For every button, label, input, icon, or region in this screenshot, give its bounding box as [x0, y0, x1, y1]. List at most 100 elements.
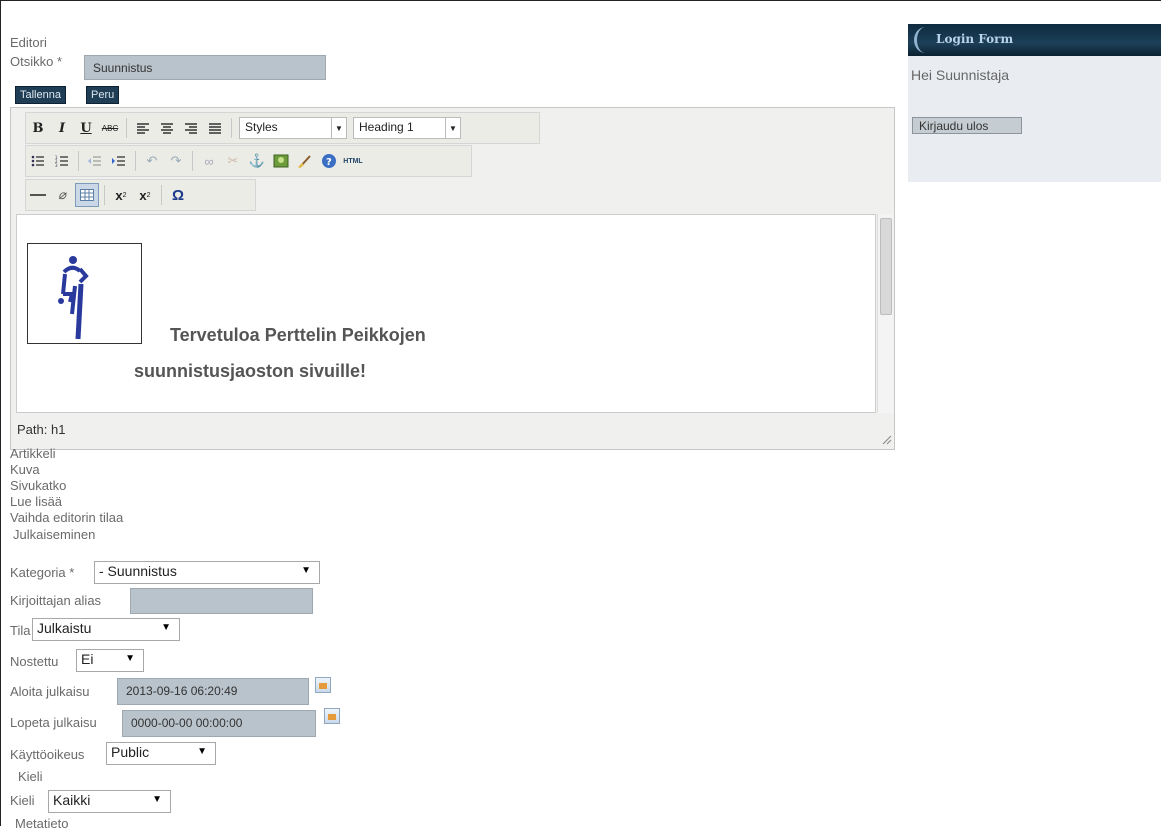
redo-icon[interactable]: ↷ [165, 150, 187, 172]
chevron-down-icon: ▼ [331, 118, 346, 138]
state-select[interactable]: Julkaistu ▼ [32, 618, 180, 641]
access-value: Public [111, 744, 150, 760]
featured-select[interactable]: Ei ▼ [76, 649, 144, 672]
toolbar-separator [78, 151, 79, 171]
save-button[interactable]: Tallenna [15, 86, 66, 104]
state-label: Tila [10, 623, 31, 638]
cancel-button[interactable]: Peru [86, 86, 120, 104]
article-link[interactable]: Artikkeli [10, 446, 56, 461]
calendar-icon[interactable] [315, 677, 331, 693]
rich-text-editor: B I U ABC Styles ▼ Heading 1 ▼ 1 2 3 ↶ ↷… [10, 107, 895, 450]
outdent-icon[interactable] [84, 150, 106, 172]
cleanup-icon[interactable] [294, 150, 316, 172]
access-label: Käyttöoikeus [10, 747, 85, 762]
subscript-icon[interactable]: x2 [110, 184, 132, 206]
content-heading-line-2: suunnistusjaoston sivuille! [134, 361, 367, 381]
image-link[interactable]: Kuva [10, 462, 40, 477]
svg-text:3: 3 [55, 163, 58, 167]
language-select[interactable]: Kaikki ▼ [48, 790, 171, 813]
language-label: Kieli [10, 793, 35, 808]
unlink-icon[interactable]: ✂ [222, 150, 244, 172]
scrollbar-thumb[interactable] [880, 218, 892, 315]
align-center-icon[interactable] [156, 117, 178, 139]
chevron-down-icon: ▼ [125, 653, 135, 664]
editor-scrollbar[interactable] [877, 214, 893, 413]
metadata-section-title: Metatieto [15, 816, 69, 831]
publish-down-label: Lopeta julkaisu [10, 715, 97, 730]
bullet-list-icon[interactable] [27, 150, 49, 172]
table-icon[interactable] [75, 183, 99, 207]
chevron-down-icon: ▼ [161, 622, 171, 633]
login-form-body: Hei Suunnistaja Kirjaudu ulos [908, 56, 1161, 182]
link-icon[interactable]: ∞ [198, 150, 220, 172]
strikethrough-icon[interactable]: ABC [99, 117, 121, 139]
toolbar-separator [104, 185, 105, 205]
language-section-title: Kieli [18, 769, 43, 784]
editor-title: Editori [10, 35, 47, 50]
author-alias-label: Kirjoittajan alias [10, 593, 102, 608]
featured-value: Ei [81, 651, 94, 667]
html-icon[interactable]: HTML [342, 150, 364, 172]
svg-text:?: ? [326, 157, 332, 168]
toolbar-row-3: ⌀ x2 x2 Ω [25, 179, 256, 211]
category-select[interactable]: - Suunnistus ▼ [94, 561, 320, 584]
italic-icon[interactable]: I [51, 117, 73, 139]
access-select[interactable]: Public ▼ [106, 742, 216, 765]
styles-select[interactable]: Styles ▼ [239, 117, 347, 139]
toolbar-row-1: B I U ABC Styles ▼ Heading 1 ▼ [25, 112, 540, 144]
state-value: Julkaistu [37, 620, 92, 636]
indent-icon[interactable] [108, 150, 130, 172]
undo-icon[interactable]: ↶ [141, 150, 163, 172]
category-label: Kategoria * [10, 565, 75, 580]
format-select[interactable]: Heading 1 ▼ [353, 117, 461, 139]
publish-down-input[interactable]: 0000-00-00 00:00:00 [122, 710, 316, 737]
format-select-label: Heading 1 [359, 120, 414, 134]
title-input[interactable]: Suunnistus [84, 55, 326, 80]
align-right-icon[interactable] [180, 117, 202, 139]
underline-icon[interactable]: U [75, 117, 97, 139]
logout-button[interactable]: Kirjaudu ulos [912, 117, 1022, 134]
chevron-down-icon: ▼ [301, 565, 311, 576]
align-left-icon[interactable] [132, 117, 154, 139]
numbered-list-icon[interactable]: 123 [51, 150, 73, 172]
greeting-text: Hei Suunnistaja [911, 67, 1010, 83]
club-logo-image [27, 243, 142, 344]
toolbar-separator [161, 185, 162, 205]
featured-label: Nostettu [10, 654, 59, 669]
superscript-icon[interactable]: x2 [134, 184, 156, 206]
chevron-down-icon: ▼ [197, 746, 207, 757]
language-value: Kaikki [53, 792, 91, 808]
toolbar-separator [135, 151, 136, 171]
publishing-section-title: Julkaiseminen [13, 527, 96, 542]
editor-statusbar: Path: h1 [11, 414, 894, 449]
bold-icon[interactable]: B [27, 117, 49, 139]
omega-icon[interactable]: Ω [167, 184, 189, 206]
author-alias-input[interactable] [130, 588, 313, 614]
readmore-link[interactable]: Lue lisää [10, 494, 62, 509]
styles-select-label: Styles [245, 120, 278, 134]
publish-up-input[interactable]: 2013-09-16 06:20:49 [117, 678, 309, 705]
help-icon[interactable]: ? [318, 150, 340, 172]
anchor-icon[interactable]: ⚓ [246, 150, 268, 172]
publish-up-label: Aloita julkaisu [10, 684, 90, 699]
align-justify-icon[interactable] [204, 117, 226, 139]
toolbar-separator [231, 118, 232, 138]
category-value: - Suunnistus [99, 563, 177, 579]
toolbar-separator [192, 151, 193, 171]
runner-logo-icon [58, 256, 89, 340]
eraser-icon[interactable]: ⌀ [51, 184, 73, 206]
chevron-down-icon: ▼ [152, 794, 162, 805]
editor-content-area[interactable]: Tervetuloa Perttelin Peikkojen suunnistu… [16, 214, 876, 413]
resize-handle-icon[interactable] [880, 433, 892, 445]
toggle-editor-link[interactable]: Vaihda editorin tilaa [10, 510, 123, 525]
calendar-icon[interactable] [324, 708, 340, 724]
image-icon[interactable] [270, 150, 292, 172]
content-heading-line-1: Tervetuloa Perttelin Peikkojen [170, 325, 426, 345]
toolbar-row-2: 123 ↶ ↷ ∞ ✂ ⚓ ? HTML [25, 145, 472, 177]
title-label: Otsikko * [10, 54, 63, 69]
header-decoration-icon [914, 27, 937, 53]
login-form-header: Login Form [908, 24, 1161, 56]
pagebreak-link[interactable]: Sivukatko [10, 478, 66, 493]
chevron-down-icon: ▼ [445, 118, 460, 138]
horizontal-rule-icon[interactable] [27, 184, 49, 206]
